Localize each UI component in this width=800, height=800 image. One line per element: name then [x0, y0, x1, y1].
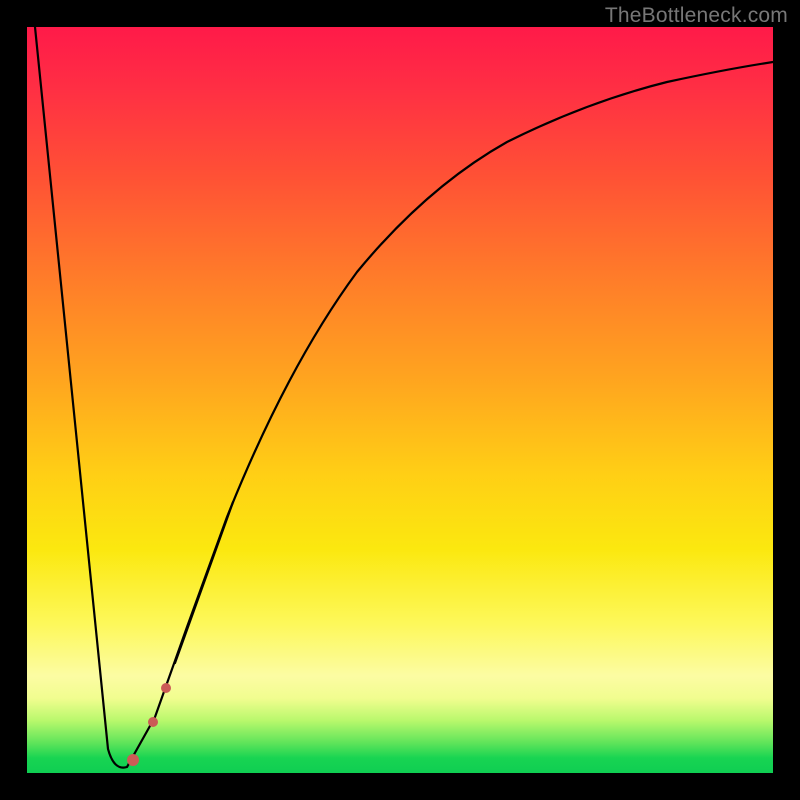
bottleneck-curve — [27, 27, 773, 773]
plot-area — [27, 27, 773, 773]
highlight-dot — [148, 717, 158, 727]
highlight-dot — [127, 754, 139, 766]
watermark-text: TheBottleneck.com — [605, 4, 788, 28]
highlight-segment — [175, 502, 233, 663]
chart-frame: TheBottleneck.com — [0, 0, 800, 800]
curve-path — [35, 27, 773, 768]
highlight-dot — [161, 683, 171, 693]
